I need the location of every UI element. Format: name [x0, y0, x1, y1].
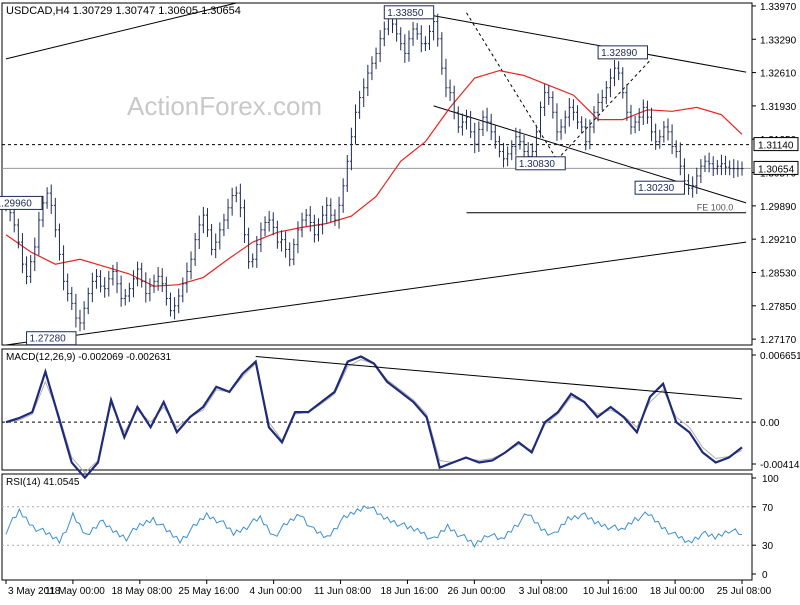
time-label: 18 Jun 16:00	[381, 586, 439, 597]
rsi-label: RSI(14) 41.0545	[6, 477, 80, 488]
low-3-label: 1.27280	[30, 334, 67, 345]
macd-tick-label: 0.00	[760, 418, 780, 429]
rsi-panel-frame	[1, 473, 753, 581]
chart-title: USDCAD,H4 1.30729 1.30747 1.30605 1.3065…	[6, 5, 241, 17]
current-price-tag: 1.30654	[758, 164, 795, 175]
rsi-tick-label: 30	[762, 541, 774, 552]
low-1-label: 1.30830	[519, 159, 556, 170]
time-label: 18 May 08:00	[112, 586, 173, 597]
level-price-tag: 1.31140	[758, 141, 794, 152]
rsi-tick-label: 0	[762, 570, 768, 581]
price-tick-label: 1.27170	[760, 335, 797, 346]
high-2-label: 1.32890	[601, 48, 638, 59]
time-label: 25 May 16:00	[178, 586, 239, 597]
price-tick-label: 1.32610	[760, 69, 797, 80]
macd-label: MACD(12,26,9) -0.002069 -0.002631	[6, 352, 172, 363]
price-tick-label: 1.29210	[760, 235, 797, 246]
price-tick-label: 1.33290	[760, 35, 797, 46]
time-label: 26 Jun 00:00	[447, 586, 505, 597]
rsi-tick-label: 70	[762, 503, 774, 514]
chart: ActionForex.com USDCAD,H4 1.30729 1.30747…	[0, 0, 800, 600]
price-tick-label: 1.33970	[760, 2, 797, 13]
fe-100-label: FE 100.0	[697, 203, 734, 213]
macd-tick-label: -0.004145	[760, 460, 800, 471]
price-tick-label: 1.29890	[760, 202, 797, 213]
time-label: 4 Jun 00:00	[250, 586, 303, 597]
time-label: 10 Jul 16:00	[583, 586, 638, 597]
price-tick-label: 1.27850	[760, 302, 797, 313]
time-label: 25 Jul 08:00	[717, 586, 772, 597]
macd-tick-label: 0.006651	[760, 351, 800, 362]
low-2-label: 1.30230	[638, 183, 675, 194]
watermark: ActionForex.com	[127, 91, 322, 121]
time-label: 3 Jul 08:00	[519, 586, 568, 597]
price-tick-label: 1.28530	[760, 268, 797, 279]
time-label: 18 Jul 00:00	[650, 586, 705, 597]
time-label: 11 May 00:00	[45, 586, 105, 597]
time-label: 11 Jun 08:00	[314, 586, 372, 597]
price-tick-label: 1.31930	[760, 102, 797, 113]
left-level-label: 1.29960	[0, 198, 32, 209]
rsi-tick-label: 100	[762, 474, 779, 485]
high-1-label: 1.33850	[387, 8, 424, 19]
